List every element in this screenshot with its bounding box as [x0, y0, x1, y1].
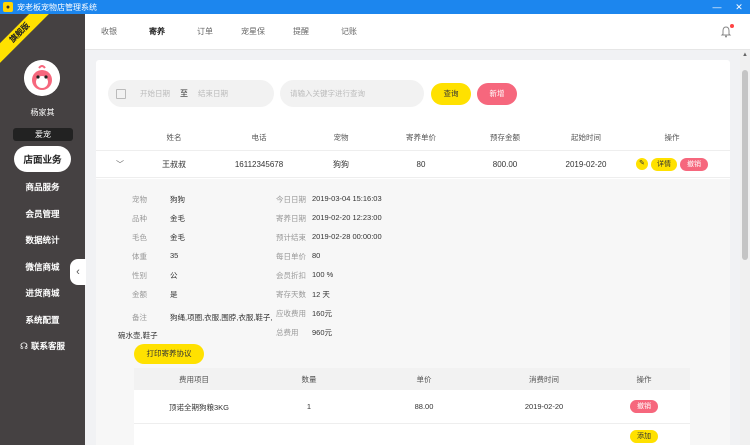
user-role-badge: 爱宠 — [13, 128, 73, 141]
date-range-picker[interactable]: 开始日期 至 结束日期 — [108, 80, 274, 107]
detail-button[interactable]: 详情 — [651, 157, 677, 171]
scrollbar-thumb[interactable] — [742, 70, 748, 260]
close-icon[interactable]: ✕ — [728, 0, 750, 14]
query-button[interactable]: 查询 — [431, 82, 471, 105]
sidebar-item-support[interactable]: ☊ 联系客服 — [0, 333, 85, 360]
end-date-input[interactable]: 结束日期 — [198, 88, 228, 99]
top-tab-bar: 收银 寄养 订单 宠星保 提醒 记账 — [85, 14, 750, 50]
tab-accounting[interactable]: 记账 — [325, 26, 373, 37]
chevron-down-icon[interactable]: ﹀ — [116, 159, 124, 170]
calendar-icon — [116, 88, 126, 99]
cell-unit-price: 80 — [416, 159, 426, 169]
table-row[interactable]: 顶诺全期狗粮3KG 1 88.00 2019-02-20 撤销 — [134, 390, 690, 424]
vertical-scrollbar[interactable]: ▲ — [740, 50, 750, 445]
tab-cashier[interactable]: 收银 — [85, 26, 133, 37]
header-name: 姓名 — [166, 132, 182, 142]
sidebar-item-products[interactable]: 商品服务 — [0, 174, 85, 201]
fee-item: 顶诺全期狗粮3KG — [168, 403, 229, 412]
date-separator: 至 — [180, 89, 188, 98]
avatar[interactable] — [24, 60, 60, 96]
bell-icon[interactable] — [720, 24, 734, 38]
fee-price: 88.00 — [414, 402, 434, 411]
edit-icon[interactable]: ✎ — [636, 158, 648, 170]
sidebar: 旗舰版 杨家其 爱宠 店面业务 商品服务 会员管理 数据统计 微信商城 进货商城… — [0, 14, 86, 445]
fee-table-header: 费用项目 数量 单价 消费时间 操作 — [134, 368, 690, 390]
sidebar-menu: 店面业务 商品服务 会员管理 数据统计 微信商城 进货商城 系统配置 ☊ 联系客服 — [0, 146, 85, 360]
boarding-panel: 开始日期 至 结束日期 请输入关键字进行查询 查询 新增 姓名 电话 宠物 寄养… — [96, 60, 730, 445]
cell-phone: 16112345678 — [234, 159, 284, 169]
new-button[interactable]: 新增 — [477, 82, 517, 105]
fee-header-qty: 数量 — [301, 375, 317, 384]
tab-orders[interactable]: 订单 — [181, 26, 229, 37]
cell-start-time: 2019-02-20 — [565, 159, 607, 169]
row-actions: ✎ 详情 撤销 — [636, 157, 708, 171]
collapse-sidebar-button[interactable]: ‹ — [70, 259, 86, 285]
notification-dot — [730, 24, 734, 28]
header-pet: 宠物 — [333, 132, 349, 142]
sidebar-item-members[interactable]: 会员管理 — [0, 201, 85, 228]
search-input[interactable]: 请输入关键字进行查询 — [280, 80, 424, 107]
headset-icon: ☊ — [19, 340, 28, 351]
header-phone: 电话 — [251, 132, 267, 142]
table-row[interactable]: ﹀ 王叔叔 16112345678 狗狗 80 800.00 2019-02-2… — [96, 150, 730, 178]
add-fee-button[interactable]: 添加 — [630, 430, 658, 443]
cell-deposit: 800.00 — [492, 159, 518, 169]
app-logo-icon: ● — [3, 2, 13, 12]
fee-header-time: 消费时间 — [529, 375, 559, 384]
cell-pet: 狗狗 — [333, 159, 349, 169]
cell-name: 王叔叔 — [162, 159, 186, 169]
print-agreement-button[interactable]: 打印寄养协议 — [134, 344, 204, 364]
fee-header-actions: 操作 — [636, 375, 652, 384]
title-bar: ● 宠老板宠物店管理系统 — ✕ — [0, 0, 750, 14]
fee-qty: 1 — [306, 402, 312, 411]
chevron-left-icon: ‹ — [76, 266, 80, 278]
header-start-time: 起始时间 — [571, 132, 601, 142]
cancel-button[interactable]: 撤销 — [680, 157, 708, 171]
tab-reminders[interactable]: 提醒 — [277, 26, 325, 37]
tab-pet-insurance[interactable]: 宠星保 — [229, 26, 277, 37]
user-name: 杨家其 — [30, 108, 55, 117]
sidebar-item-settings[interactable]: 系统配置 — [0, 307, 85, 334]
sidebar-item-purchase-mall[interactable]: 进货商城 — [0, 280, 85, 307]
fee-table: 费用项目 数量 单价 消费时间 操作 顶诺全期狗粮3KG 1 88.00 201… — [134, 368, 690, 445]
fee-time: 2019-02-20 — [524, 402, 564, 411]
table-header: 姓名 电话 宠物 寄养单价 预存金额 起始时间 操作 — [96, 128, 730, 146]
header-deposit: 预存金额 — [490, 132, 520, 142]
tab-boarding[interactable]: 寄养 — [133, 26, 181, 37]
sidebar-item-statistics[interactable]: 数据统计 — [0, 227, 85, 254]
scroll-up-icon[interactable]: ▲ — [742, 52, 748, 58]
window-title: 宠老板宠物店管理系统 — [17, 2, 97, 12]
minimize-icon[interactable]: — — [706, 0, 728, 14]
filter-bar: 开始日期 至 结束日期 请输入关键字进行查询 查询 新增 — [108, 80, 517, 107]
fee-header-item: 费用项目 — [179, 375, 209, 384]
sidebar-item-store-business[interactable]: 店面业务 — [14, 146, 71, 172]
header-actions: 操作 — [664, 132, 680, 142]
start-date-input[interactable]: 开始日期 — [140, 88, 170, 99]
header-unit-price: 寄养单价 — [406, 132, 436, 142]
fee-cancel-button[interactable]: 撤销 — [630, 400, 658, 413]
fee-header-price: 单价 — [416, 375, 432, 384]
